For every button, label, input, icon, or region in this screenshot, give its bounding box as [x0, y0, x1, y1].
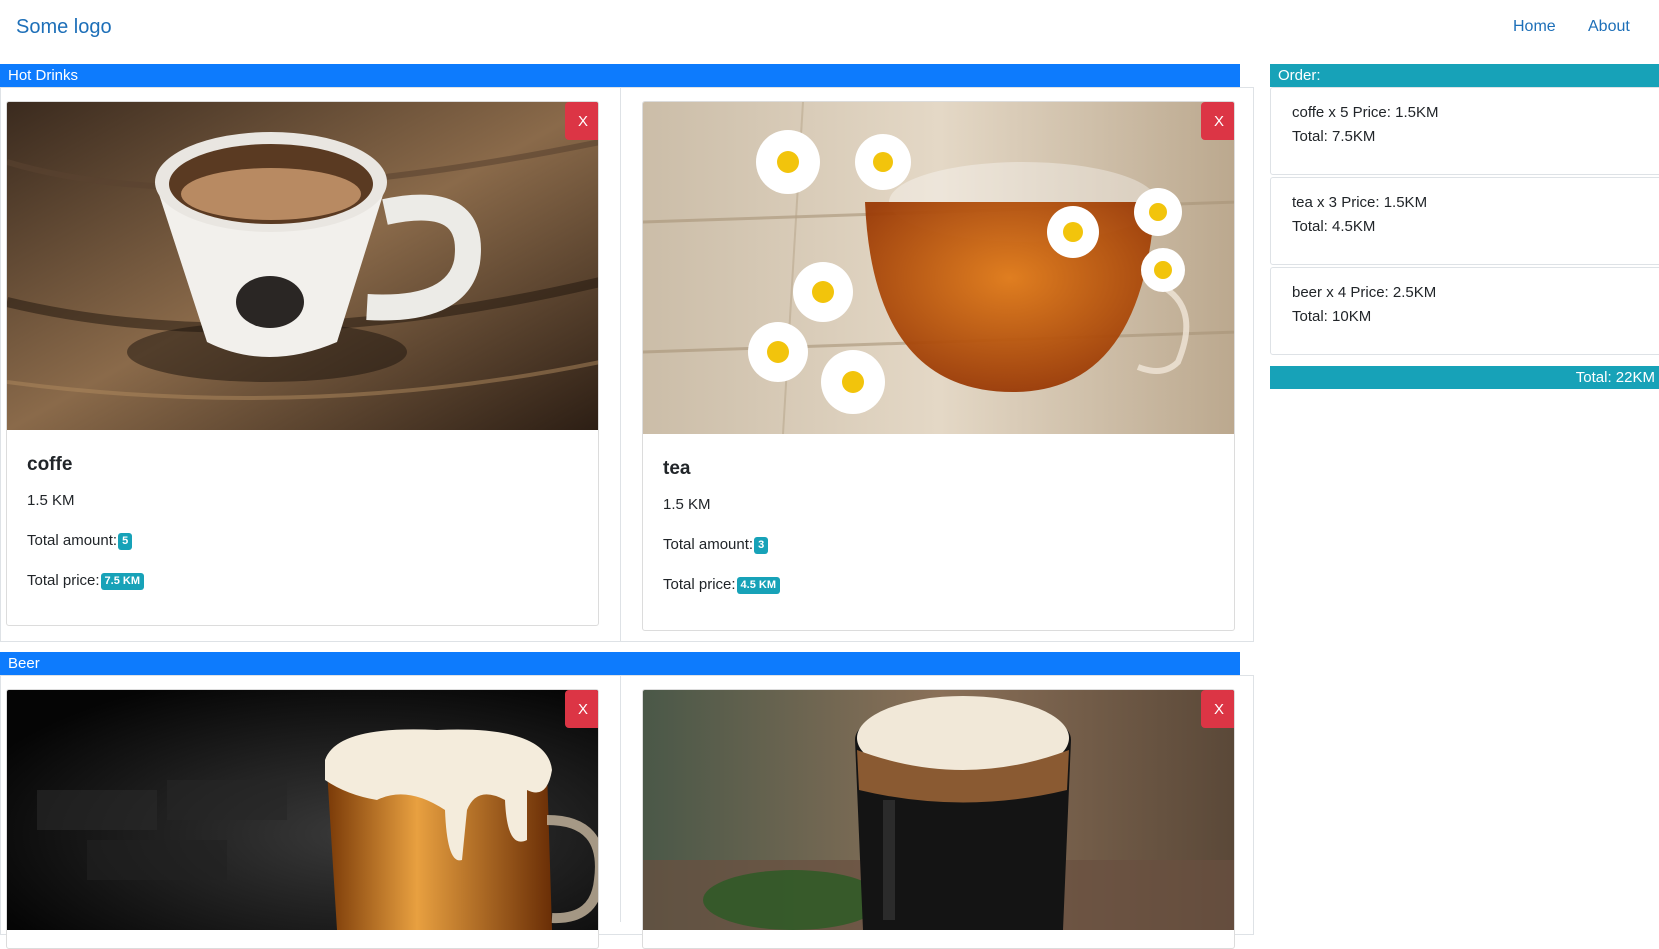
product-card-coffe: X coffe 1.5 KM Total amount: 5 Total pric… [6, 101, 599, 626]
total-price-label: Total price: [27, 572, 100, 589]
remove-tea-button[interactable]: X [1201, 102, 1234, 140]
order-item-total: Total: 4.5KM [1292, 218, 1376, 235]
order-item-line: beer x 4 Price: 2.5KM [1292, 284, 1437, 301]
total-amount-row: Total amount: 5 [27, 532, 133, 550]
total-amount-label: Total amount: [27, 532, 118, 549]
section-header-beer: Beer [0, 652, 1240, 675]
nav-about-link[interactable]: About [1588, 18, 1630, 36]
tea-cup-image [643, 102, 1234, 434]
order-item-line: tea x 3 Price: 1.5KM [1292, 194, 1428, 211]
total-price-badge: 7.5 KM [100, 572, 145, 590]
total-price-badge: 4.5 KM [736, 576, 781, 594]
product-card-stout: X [642, 689, 1235, 949]
order-header: Order: [1270, 64, 1659, 87]
remove-beer-button[interactable]: X [565, 690, 598, 728]
stout-glass-image [643, 690, 1234, 930]
remove-stout-button[interactable]: X [1201, 690, 1234, 728]
total-price-label: Total price: [663, 576, 736, 593]
site-logo[interactable]: Some logo [16, 16, 112, 39]
beer-mug-image [7, 690, 598, 930]
remove-coffe-button[interactable]: X [565, 102, 598, 140]
order-item: beer x 4 Price: 2.5KM Total: 10KM [1270, 267, 1659, 355]
total-amount-label: Total amount: [663, 536, 754, 553]
product-name: tea [663, 458, 691, 479]
product-card-tea: X tea 1.5 KM Total amount: 3 Total price:… [642, 101, 1235, 631]
order-item-total: Total: 10KM [1292, 308, 1372, 325]
order-total: Total: 22KM [1270, 366, 1659, 389]
product-price: 1.5 KM [663, 496, 711, 513]
order-item-total: Total: 7.5KM [1292, 128, 1376, 145]
total-amount-row: Total amount: 3 [663, 536, 769, 554]
nav-home-link[interactable]: Home [1513, 18, 1556, 36]
section-header-hot-drinks: Hot Drinks [0, 64, 1240, 87]
coffee-cup-image [7, 102, 598, 430]
order-item-line: coffe x 5 Price: 1.5KM [1292, 104, 1439, 121]
total-amount-badge: 3 [754, 536, 769, 554]
navbar: Some logo Home About [0, 0, 1659, 58]
order-item: tea x 3 Price: 1.5KM Total: 4.5KM [1270, 177, 1659, 265]
product-name: coffe [27, 454, 73, 475]
product-card-beer: X [6, 689, 599, 949]
total-price-row: Total price: 4.5 KM [663, 576, 781, 594]
order-item: coffe x 5 Price: 1.5KM Total: 7.5KM [1270, 87, 1659, 175]
column-divider [620, 87, 621, 642]
product-price: 1.5 KM [27, 492, 75, 509]
column-divider [620, 675, 621, 922]
total-price-row: Total price: 7.5 KM [27, 572, 145, 590]
total-amount-badge: 5 [118, 532, 133, 550]
